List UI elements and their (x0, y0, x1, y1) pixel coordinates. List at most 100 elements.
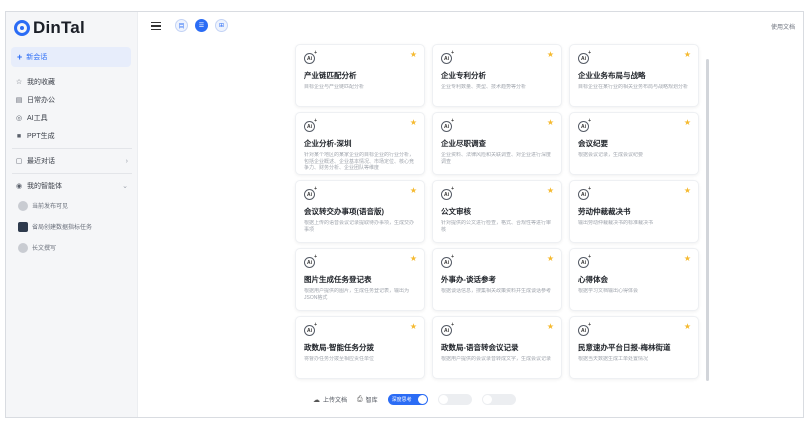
view-card-button[interactable]: ☰ (195, 19, 208, 32)
star-icon[interactable]: ★ (547, 254, 554, 263)
card-description: 目标企业在某行业的相关业务布局与战略规划分析 (578, 84, 689, 90)
ppt-icon: ■ (16, 132, 22, 140)
print-icon: ⎙ (357, 395, 363, 403)
sidebar-item-my-agents[interactable]: ◉ 我的智能体 ⌄ (12, 177, 132, 195)
card-description: 将督办任务分拨至相应责任单位 (304, 356, 375, 362)
agent-item[interactable]: 当前发布可见 (12, 195, 132, 216)
think-tank-button[interactable]: ⎙ 智库 (357, 395, 378, 405)
divider (12, 148, 132, 149)
star-icon[interactable]: ★ (684, 254, 691, 263)
sidebar-item-ai-tools[interactable]: ◎ AI工具 (12, 109, 132, 127)
upload-doc-label: 上传文档 (323, 398, 348, 404)
agent-card[interactable]: Ai ★ 图片生成任务登记表根据用户提供的图片，生成任务登记表，输出为JSON格式 (295, 248, 425, 311)
star-icon[interactable]: ★ (684, 50, 691, 59)
help-docs-link[interactable]: 使用文档 (771, 22, 795, 31)
star-icon[interactable]: ★ (547, 186, 554, 195)
agent-card[interactable]: Ai ★ 心得体会根据学习文档输出心得体会 (569, 248, 699, 311)
deep-think-toggle[interactable]: 深度思考 (387, 394, 428, 405)
sidebar-item-recent[interactable]: ▢ 最近对话 › (12, 152, 132, 170)
bottom-toolbar: ☁ 上传文档 ⎙ 智库 深度思考 (313, 394, 516, 405)
agent-item[interactable]: 省局创建数据指标任务 (12, 216, 132, 237)
ai-icon: Ai (578, 186, 591, 200)
card-description: 根据谈话信息，搜集相关政策资料并生成谈话参考 (441, 288, 552, 294)
card-title: 企业业务布局与战略 (578, 71, 646, 80)
ai-icon: Ai (578, 50, 591, 64)
star-icon[interactable]: ★ (410, 186, 417, 195)
plus-icon: + (17, 52, 23, 62)
card-description: 根据用户提供的会议录音转成文字，生成会议记录 (441, 356, 552, 362)
chat-icon: ▢ (15, 158, 23, 165)
star-icon[interactable]: ★ (410, 322, 417, 331)
divider (12, 173, 132, 174)
agent-card[interactable]: Ai ★ 企业尽职调查企业资料、法律风险和关联调查、对企业进行深度调查 (432, 112, 562, 175)
ai-icon: Ai (441, 254, 454, 268)
agent-label: 长文撰写 (32, 246, 57, 252)
star-icon: ☆ (15, 79, 23, 86)
sidebar-item-office[interactable]: ▤ 日常办公 (12, 91, 132, 109)
star-icon[interactable]: ★ (410, 254, 417, 263)
option-toggle[interactable] (481, 394, 516, 405)
upload-doc-button[interactable]: ☁ 上传文档 (313, 395, 348, 405)
agent-card[interactable]: Ai ★ 政数局-智能任务分拨将督办任务分拨至相应责任单位 (295, 316, 425, 379)
star-icon[interactable]: ★ (684, 118, 691, 127)
agent-card-grid: Ai ★ 产业链匹配分析目标企业与产业链匹配分析 Ai ★ 企业专利分析企业专利数量、类型… (295, 44, 699, 379)
agent-card[interactable]: Ai ★ 企业业务布局与战略目标企业在某行业的相关业务布局与战略规划分析 (569, 44, 699, 107)
agent-avatar (18, 221, 28, 232)
agent-label: 省局创建数据指标任务 (32, 225, 93, 231)
menu-icon[interactable] (151, 22, 161, 30)
agent-card[interactable]: Ai ★ 会议转交办事项(语音版) 根据上传的语音会议记录提取待办事项，生成交办事项 (295, 180, 425, 243)
agent-card[interactable]: Ai ★ 企业分析-深圳针对某个地区的某家企业的目标企业的行业分析，包括企业概述、企… (295, 112, 425, 175)
view-grid-button[interactable]: ⊞ (215, 19, 228, 32)
agent-card[interactable]: Ai ★ 企业专利分析企业专利数量、类型、技术趋势等分析 (432, 44, 562, 107)
scrollbar[interactable] (706, 59, 709, 381)
sidebar-item-label: 我的收藏 (27, 79, 55, 86)
new-chat-label: 新会话 (26, 54, 48, 61)
star-icon[interactable]: ★ (410, 50, 417, 59)
sidebar-item-label: AI工具 (27, 115, 48, 122)
new-chat-button[interactable]: + 新会话 (11, 47, 131, 67)
ai-icon: Ai (441, 118, 454, 132)
agent-card[interactable]: Ai ★ 会议纪要根据会议记录，生成会议纪要 (569, 112, 699, 175)
card-description: 企业资料、法律风险和关联调查、对企业进行深度调查 (441, 152, 552, 165)
agent-card[interactable]: Ai ★ 民意速办平台日报-梅林街道根据当天数据生成工单处置情况 (569, 316, 699, 379)
ai-icon: Ai (441, 186, 454, 200)
ai-icon: Ai (304, 118, 317, 132)
card-title: 外事办-谈话参考 (441, 275, 496, 284)
card-description: 根据上传的语音会议记录提取待办事项，生成交办事项 (304, 220, 415, 233)
sidebar-item-favorites[interactable]: ☆ 我的收藏 (12, 73, 132, 91)
agent-item[interactable]: 长文撰写 (12, 237, 132, 258)
card-title: 政数局-智能任务分拨 (304, 343, 374, 352)
star-icon[interactable]: ★ (684, 322, 691, 331)
agent-card[interactable]: Ai ★ 产业链匹配分析目标企业与产业链匹配分析 (295, 44, 425, 107)
star-icon[interactable]: ★ (410, 118, 417, 127)
agent-label: 当前发布可见 (32, 204, 69, 210)
sidebar-item-ppt[interactable]: ■ PPT生成 (12, 127, 132, 145)
agent-card[interactable]: Ai ★ 公文审核针对提供的公文进行检查，格式、合规性等进行审核 (432, 180, 562, 243)
card-description: 输出劳动仲裁裁决书的标准裁决书 (578, 220, 654, 226)
ai-icon: Ai (304, 186, 317, 200)
card-title: 会议纪要 (578, 139, 608, 148)
card-title: 企业尽职调查 (441, 139, 486, 148)
star-icon[interactable]: ★ (547, 50, 554, 59)
sidebar-nav: ☆ 我的收藏 ▤ 日常办公 ◎ AI工具 ■ PPT生成 ▢ 最近对话 › ◉ … (12, 73, 132, 258)
chevron-down-icon: ⌄ (122, 183, 128, 190)
sidebar-item-label: PPT生成 (27, 133, 55, 140)
agent-card[interactable]: Ai ★ 劳动仲裁裁决书输出劳动仲裁裁决书的标准裁决书 (569, 180, 699, 243)
agent-card[interactable]: Ai ★ 外事办-谈话参考根据谈话信息，搜集相关政策资料并生成谈话参考 (432, 248, 562, 311)
card-description: 根据用户提供的图片，生成任务登记表，输出为JSON格式 (304, 288, 410, 301)
star-icon[interactable]: ★ (684, 186, 691, 195)
view-list-button[interactable]: 目 (175, 19, 188, 32)
star-icon[interactable]: ★ (547, 118, 554, 127)
ai-icon: Ai (304, 322, 317, 336)
card-description: 企业专利数量、类型、技术趋势等分析 (441, 84, 527, 90)
card-description: 针对提供的公文进行检查，格式、合规性等进行审核 (441, 220, 552, 233)
star-icon[interactable]: ★ (547, 322, 554, 331)
sidebar-item-label: 最近对话 (27, 158, 55, 165)
card-title: 民意速办平台日报-梅林街道 (578, 343, 671, 352)
office-icon: ▤ (15, 97, 23, 104)
option-toggle[interactable] (437, 394, 472, 405)
ai-icon: Ai (578, 254, 591, 268)
chevron-right-icon: › (125, 157, 128, 165)
agent-card[interactable]: Ai ★ 政数局-语音转会议记录根据用户提供的会议录音转成文字，生成会议记录 (432, 316, 562, 379)
ai-tool-icon: ◎ (15, 115, 23, 122)
